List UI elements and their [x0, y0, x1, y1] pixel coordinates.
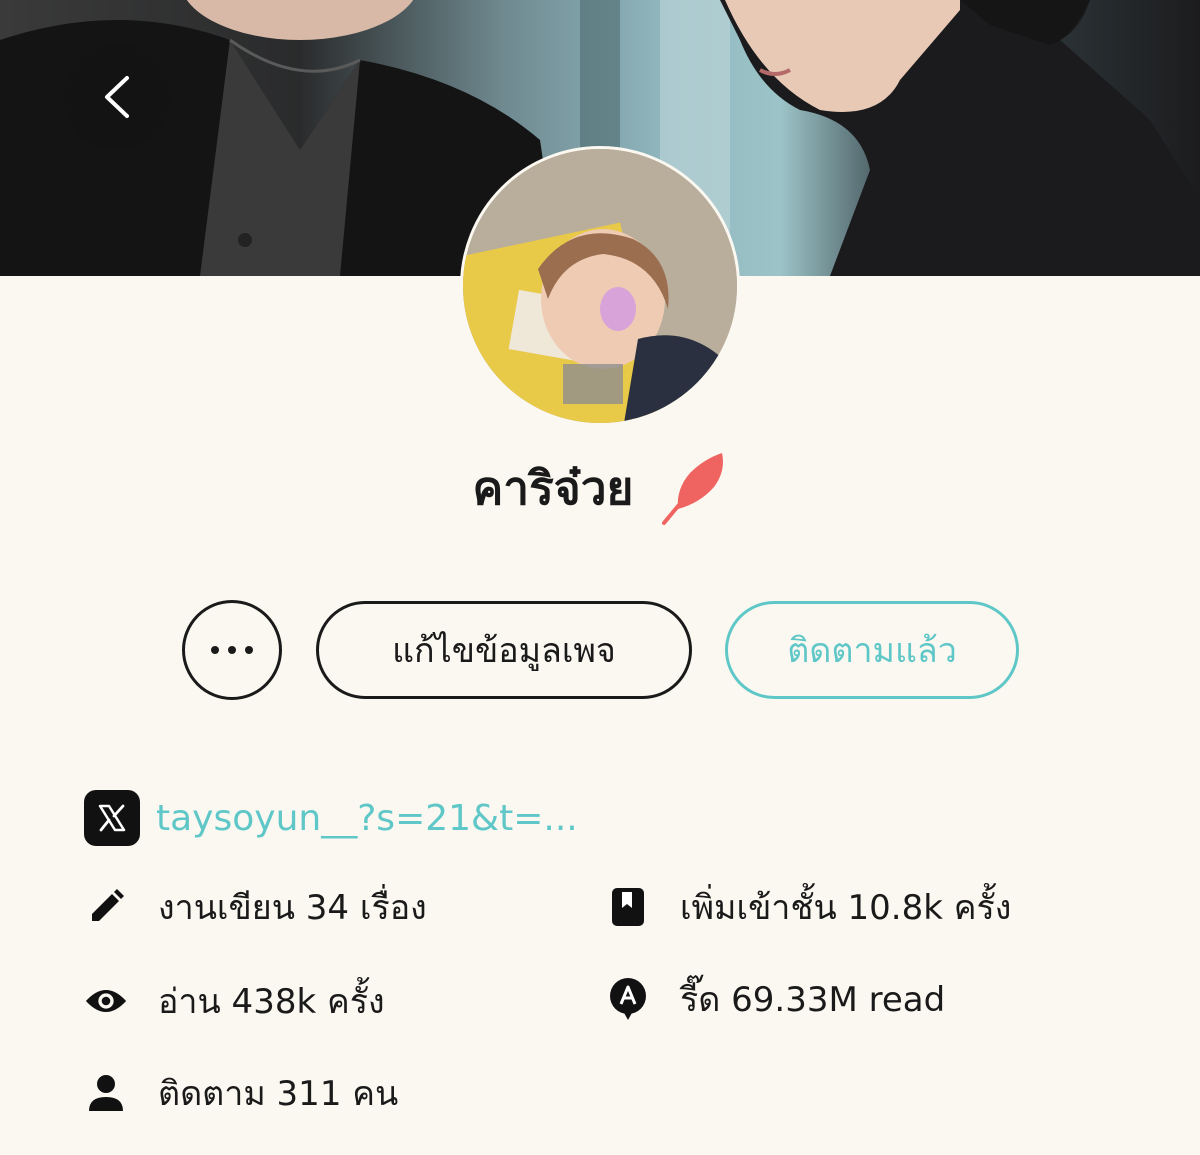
eye-icon: [84, 979, 128, 1023]
more-options-button[interactable]: [182, 600, 282, 700]
social-handle-link[interactable]: taysoyun__?s=21&t=...: [156, 798, 578, 839]
chevron-left-icon: [105, 76, 129, 118]
following-label: ติดตามแล้ว: [787, 631, 957, 671]
followers-count: ติดตาม 311 คน: [158, 1074, 399, 1114]
comment-a-icon: [606, 977, 650, 1021]
stat-shelf: เพิ่มเข้าชั้น 10.8k ครั้ง: [606, 880, 1011, 934]
back-button[interactable]: [64, 44, 170, 150]
bookmark-book-icon: [606, 885, 650, 929]
avatar[interactable]: [460, 146, 740, 426]
avatar-photo: [463, 149, 737, 423]
stat-read-count: รี๊ด 69.33M read: [606, 972, 945, 1026]
social-link-row: taysoyun__?s=21&t=...: [84, 789, 578, 847]
edit-page-label: แก้ไขข้อมูลเพจ: [392, 631, 616, 671]
reads-count: อ่าน 438k ครั้ง: [158, 982, 385, 1022]
edit-page-button[interactable]: แก้ไขข้อมูลเพจ: [316, 601, 692, 699]
profile-name: คาริจ๋วย: [472, 460, 634, 515]
feather-icon: [661, 453, 723, 525]
stat-works: งานเขียน 34 เรื่อง: [84, 880, 427, 934]
following-button[interactable]: ติดตามแล้ว: [725, 601, 1019, 699]
works-count: งานเขียน 34 เรื่อง: [158, 888, 427, 928]
read-count-value: รี๊ด 69.33M read: [680, 980, 946, 1020]
profile-header: คาริจ๋วย: [0, 448, 1200, 528]
person-icon: [84, 1071, 128, 1115]
stat-followers: ติดตาม 311 คน: [84, 1066, 398, 1120]
x-logo-icon: [84, 790, 140, 846]
more-dots-icon: [211, 646, 253, 654]
stat-reads: อ่าน 438k ครั้ง: [84, 974, 385, 1028]
shelf-count: เพิ่มเข้าชั้น 10.8k ครั้ง: [680, 888, 1012, 928]
pencil-icon: [84, 885, 128, 929]
